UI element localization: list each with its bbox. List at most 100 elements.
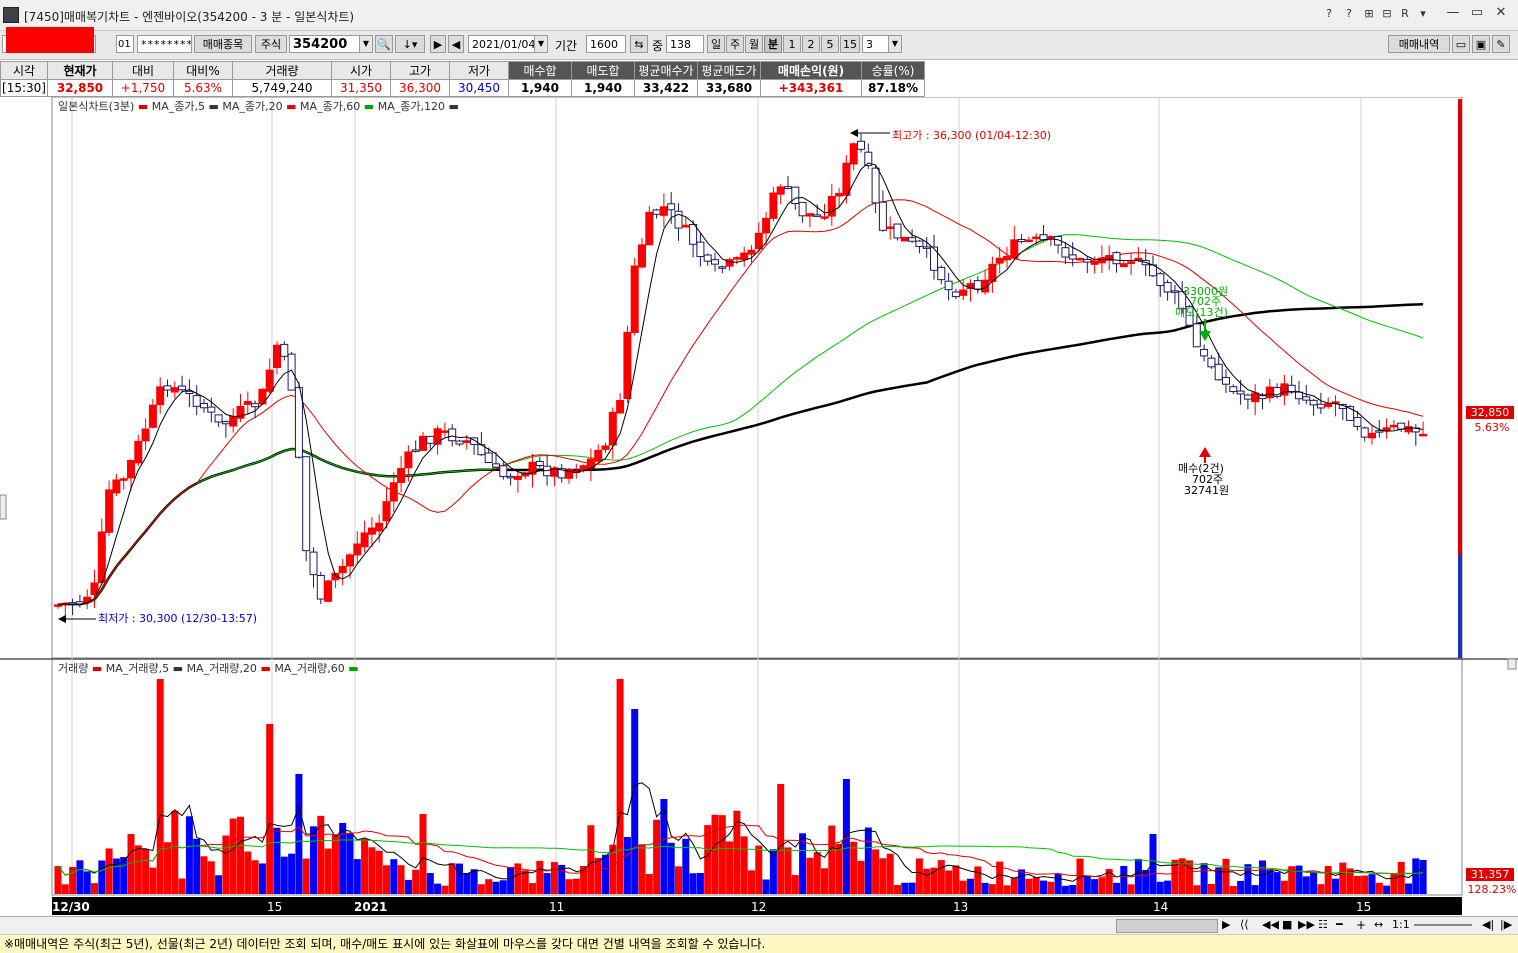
candle-body (1360, 427, 1369, 438)
volume-bar (412, 869, 420, 894)
period-toggle-icon[interactable]: ⇆ (630, 35, 648, 53)
candle-body (784, 186, 792, 189)
candle-body (178, 385, 187, 391)
menu-icon[interactable]: ▾ (1416, 7, 1430, 21)
calendar-dropdown-icon[interactable]: ▼ (534, 36, 547, 52)
minute-15-button[interactable]: 15 (840, 35, 860, 53)
prev-arrow-icon[interactable]: ◀ (448, 35, 464, 53)
tab-month[interactable]: 월 (745, 35, 763, 53)
candle-body (375, 522, 384, 532)
volume-bar (908, 882, 916, 894)
scroll-thumb[interactable] (1116, 919, 1218, 933)
volume-bar (1273, 872, 1281, 894)
r-icon[interactable]: R (1398, 7, 1412, 21)
trade-history-button[interactable]: 매매내역 (1388, 35, 1450, 53)
sort-icon[interactable]: ↓▾ (395, 35, 425, 53)
pin-icon[interactable]: ⊟ (1380, 7, 1394, 21)
left-panel-handle[interactable] (0, 494, 7, 520)
volume-bar (726, 841, 734, 894)
candle-body (871, 167, 880, 204)
screen-icon[interactable]: ⊞ (1362, 7, 1376, 21)
title-bar: [7450]매매복기차트 - 엔젠바이오(354200 - 3 분 - 일본식차… (0, 0, 1518, 31)
help-icon[interactable]: ? (1342, 7, 1356, 21)
minute-1-button[interactable]: 1 (783, 35, 801, 53)
rewind-icon[interactable]: ◀◀ (1262, 918, 1279, 931)
price-legend-title: 일본식차트(3분) (58, 100, 135, 113)
minimize-button[interactable]: — (1442, 4, 1464, 22)
volume-bar (784, 847, 792, 894)
list-icon[interactable]: ☷ (1318, 918, 1328, 931)
volume-bar (1010, 877, 1018, 894)
volume-bar (711, 814, 719, 894)
volume-bar (331, 834, 339, 894)
volume-bar (923, 868, 931, 894)
candle-body (448, 428, 457, 442)
market-select[interactable]: 주식 (255, 35, 287, 53)
minute-dropdown-icon[interactable]: ▼ (888, 36, 901, 52)
period-input[interactable]: 1600 (586, 35, 626, 53)
date-input[interactable]: 2021/01/04 ▼ (468, 35, 548, 53)
count-input[interactable]: 138 (666, 35, 704, 53)
zoom-out-icon[interactable]: ━ (1336, 918, 1343, 931)
tab-minute[interactable]: 분 (764, 35, 782, 53)
candle-body (951, 291, 960, 298)
volume-bar (456, 863, 463, 894)
stock-code-input[interactable]: 354200 ▼ (289, 35, 373, 53)
minute-2-button[interactable]: 2 (802, 35, 820, 53)
ma120-legend: MA_종가,120 (377, 100, 445, 113)
zoom-slider-track[interactable] (1414, 924, 1472, 926)
price-volume-chart[interactable]: 최고가 : 36,300 (01/04-12:30) 최저가 : 30,300 … (0, 97, 1518, 897)
save-icon[interactable]: ▣ (1472, 35, 1490, 53)
candle-body (192, 395, 201, 407)
chevron-down-icon[interactable]: ▼ (359, 36, 372, 52)
volume-bar (1127, 884, 1135, 894)
candle-body (659, 206, 668, 216)
settings-icon[interactable]: ✎ (1492, 35, 1510, 53)
candle-body (1200, 348, 1209, 357)
candle-body (1214, 363, 1223, 381)
candle-body (1046, 236, 1055, 239)
volume-bar (434, 883, 442, 894)
forward-icon[interactable]: ▶▶ (1298, 918, 1315, 931)
close-button[interactable]: ✕ (1490, 4, 1512, 22)
volume-bar (645, 873, 653, 894)
trade-items-button[interactable]: 매매종목 (194, 35, 252, 53)
tab-day[interactable]: 일 (707, 35, 725, 53)
scroll-left-end-icon[interactable]: ⟨⟨ (1240, 918, 1249, 931)
candle-body (440, 430, 449, 433)
folder-icon[interactable]: ▭ (1452, 35, 1470, 53)
sell-count-label: 매도(13건) (1175, 306, 1228, 319)
zoom-in-icon[interactable]: + (1356, 918, 1366, 932)
chart-scrollbar[interactable]: ▶ ⟨⟨ ◀◀ ■ ▶▶ ☷ ━ + ↔ 1:1 ◀| |▶ (0, 916, 1518, 935)
volume-bar (310, 826, 317, 894)
volume-bar (237, 816, 244, 894)
volume-panel-close-icon[interactable] (1507, 658, 1517, 670)
candle-body (1251, 392, 1260, 403)
minute-5-button[interactable]: 5 (821, 35, 839, 53)
maximize-button[interactable]: ▭ (1466, 4, 1488, 22)
candle-body (681, 224, 690, 228)
tab-week[interactable]: 주 (726, 35, 744, 53)
next-arrow-icon[interactable]: ▶ (430, 35, 446, 53)
volume-bar (521, 870, 529, 894)
arrows-icon[interactable]: ↔ (1374, 918, 1383, 931)
volume-bar (1098, 877, 1106, 894)
value-cell: 87.18% (861, 79, 925, 97)
volume-bar (1244, 864, 1252, 894)
volume-bar (631, 709, 639, 894)
scroll-begin-icon[interactable]: ◀| (1482, 918, 1494, 931)
redacted-account-name (6, 27, 94, 53)
volume-bar (1120, 865, 1128, 894)
minute-select[interactable]: 3 ▼ (862, 35, 902, 53)
search-icon[interactable]: 🔍 (375, 35, 393, 53)
volume-bar (229, 818, 237, 894)
stop-icon[interactable]: ■ (1282, 918, 1292, 931)
volume-bar (806, 857, 814, 894)
scroll-end-icon[interactable]: |▶ (1500, 918, 1512, 931)
password-field[interactable]: ******** (137, 35, 192, 53)
link-icon[interactable]: ? (1322, 7, 1336, 21)
candle-body (732, 257, 741, 260)
account-type-select[interactable]: 01 (116, 35, 134, 53)
scroll-right-icon[interactable]: ▶ (1222, 918, 1230, 931)
candle-body (127, 460, 135, 479)
